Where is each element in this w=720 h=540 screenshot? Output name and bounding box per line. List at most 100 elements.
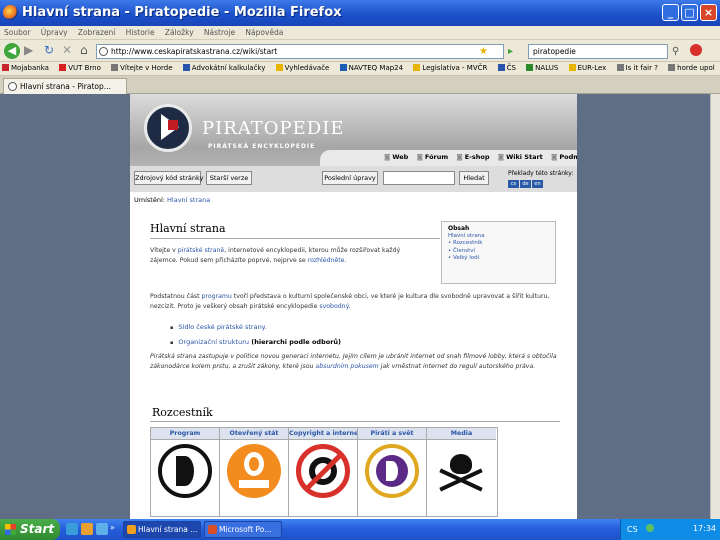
source-button[interactable]: Zdrojový kód stránky: [134, 171, 203, 185]
close-button[interactable]: ×: [700, 4, 717, 21]
list-item[interactable]: Sídlo české pirátské strany.: [170, 323, 266, 331]
lang-de[interactable]: de: [520, 180, 531, 188]
bookmark-item[interactable]: Is it fair ?: [615, 62, 664, 72]
title-divider: [150, 238, 440, 239]
reload-icon[interactable]: ↻: [44, 43, 54, 58]
nav-web[interactable]: ◙ Web: [384, 153, 408, 161]
bookmark-item[interactable]: Mojabanka: [0, 62, 55, 72]
program-link[interactable]: programu: [202, 293, 232, 300]
menu-help[interactable]: Nápověda: [241, 26, 287, 37]
tab-active[interactable]: Hlavní strana - Piratop...: [3, 78, 127, 94]
system-tray: CS 17:34: [620, 519, 720, 540]
bookmark-item[interactable]: VUT Brno: [57, 62, 107, 72]
toc-item[interactable]: • Velký lodí: [448, 255, 549, 263]
stop-icon[interactable]: ✕: [62, 43, 72, 58]
menu-bar: Soubor Úpravy Zobrazení Historie Záložky…: [0, 26, 720, 40]
look-around-link[interactable]: rozhlédněte: [308, 257, 345, 264]
task-firefox[interactable]: Hlavní strana ...: [123, 521, 201, 538]
bookmark-item[interactable]: Vítejte v Horde: [109, 62, 178, 72]
menu-tools[interactable]: Nástroje: [200, 26, 239, 37]
language-indicator[interactable]: CS: [627, 525, 638, 534]
start-button[interactable]: Start: [0, 519, 60, 540]
bookmark-item[interactable]: horde upol: [666, 62, 720, 72]
url-text: http://www.ceskapiratskastrana.cz/wiki/s…: [111, 47, 278, 56]
table-of-contents: Obsah Hlavní strana • Rozcestník • Člens…: [441, 221, 556, 284]
portal-program[interactable]: Program: [151, 428, 220, 516]
open-access-icon[interactable]: [227, 444, 281, 498]
portal-media[interactable]: Media: [427, 428, 496, 516]
free-link[interactable]: svobodný: [319, 303, 348, 310]
breadcrumb-label: Umístění:: [134, 196, 165, 204]
browser-viewport: PIRATOPEDIE PIRÁTSKÁ ENCYKLOPEDIE ◙ Web ◙…: [0, 94, 714, 519]
vertical-scrollbar[interactable]: [710, 94, 720, 519]
menu-view[interactable]: Zobrazení: [74, 26, 120, 37]
back-button[interactable]: ◀: [4, 43, 20, 59]
task-powerpoint[interactable]: Microsoft Po...: [204, 521, 282, 538]
toc-title: Obsah: [448, 225, 470, 232]
go-icon[interactable]: ▸: [508, 44, 513, 59]
maximize-button[interactable]: □: [681, 4, 698, 21]
nav-eshop[interactable]: ◙ E-shop: [456, 153, 489, 161]
bookmark-item[interactable]: EUR-Lex: [567, 62, 613, 72]
web-page: PIRATOPEDIE PIRÁTSKÁ ENCYKLOPEDIE ◙ Web ◙…: [130, 94, 577, 519]
firefox-icon: [3, 5, 18, 20]
menu-bookmarks[interactable]: Záložky: [161, 26, 198, 37]
bookmark-item[interactable]: NALUS: [524, 62, 564, 72]
pirate-party-link[interactable]: pirátské straně: [178, 247, 224, 254]
bookmark-item[interactable]: ČS: [496, 62, 522, 72]
explorer-quicklaunch-icon[interactable]: [81, 523, 93, 535]
nav-forum[interactable]: ◙ Fórum: [417, 153, 449, 161]
menu-history[interactable]: Historie: [122, 26, 159, 37]
bookmark-item[interactable]: Legislativa - MVČR: [411, 62, 493, 72]
windows-logo-icon: [5, 524, 16, 535]
window-title: Hlavní strana - Piratopedie - Mozilla Fi…: [22, 5, 342, 20]
bookmark-item[interactable]: Vyhledávače: [274, 62, 336, 72]
minimize-button[interactable]: _: [662, 4, 679, 21]
bookmark-item[interactable]: Advokátní kalkulačky: [181, 62, 272, 72]
lang-en[interactable]: en: [532, 180, 543, 188]
url-bar[interactable]: http://www.ceskapiratskastrana.cz/wiki/s…: [96, 44, 504, 59]
recent-changes-button[interactable]: Poslední úpravy: [322, 171, 378, 185]
pirate-party-emblem-icon[interactable]: [365, 444, 419, 498]
toc-item[interactable]: • Členství: [448, 248, 549, 256]
adblock-icon[interactable]: [690, 44, 702, 56]
portal-header[interactable]: Piráti a svět: [358, 428, 426, 440]
lang-cs[interactable]: cs: [508, 180, 519, 188]
portal-open-state[interactable]: Otevřený stát: [220, 428, 289, 516]
portal-header[interactable]: Program: [151, 428, 219, 440]
taskbar: Start » Hlavní strana ... Microsoft Po..…: [0, 519, 720, 540]
wiki-search-input[interactable]: [383, 171, 455, 185]
nav-conditions[interactable]: ◙Podmínky: [551, 153, 577, 161]
wiki-search-button[interactable]: Hledat: [459, 171, 489, 185]
nav-wiki-start[interactable]: ◙ Wiki Start: [498, 153, 543, 161]
portal-header[interactable]: Media: [427, 428, 496, 440]
section-divider: [150, 421, 560, 422]
old-revisions-button[interactable]: Starší verze: [206, 171, 252, 185]
bookmark-item[interactable]: NAVTEQ Map24: [338, 62, 409, 72]
expand-icon[interactable]: »: [110, 523, 116, 535]
pirate-flag-icon[interactable]: [158, 444, 212, 498]
toc-item[interactable]: Hlavní strana: [448, 233, 549, 241]
skull-crossbones-icon[interactable]: [434, 444, 488, 498]
list-item[interactable]: Organizační strukturu (hierarchi podle o…: [170, 338, 341, 346]
portal-pirates-world[interactable]: Piráti a svět: [358, 428, 427, 516]
bookmark-star-icon[interactable]: ★: [479, 46, 488, 57]
ie-quicklaunch-icon[interactable]: [66, 523, 78, 535]
menu-edit[interactable]: Úpravy: [37, 26, 72, 37]
desktop-quicklaunch-icon[interactable]: [96, 523, 108, 535]
home-icon[interactable]: ⌂: [80, 43, 88, 58]
logo-flag-shape: [168, 120, 178, 130]
bookmarks-toolbar: Mojabanka VUT Brno Vítejte v Horde Advok…: [0, 62, 720, 76]
portal-header[interactable]: Copyright a internet: [289, 428, 357, 440]
portal-header[interactable]: Otevřený stát: [220, 428, 288, 440]
forward-button[interactable]: ▶: [24, 43, 33, 58]
search-icon[interactable]: ⚲: [672, 44, 679, 59]
portal-copyright[interactable]: Copyright a internet: [289, 428, 358, 516]
network-icon[interactable]: [646, 524, 655, 532]
breadcrumb-link[interactable]: Hlavní strana: [167, 196, 210, 204]
absurd-attempt-link[interactable]: absurdním pokusem: [315, 363, 378, 370]
no-copyright-icon[interactable]: [296, 444, 350, 498]
menu-file[interactable]: Soubor: [0, 26, 35, 37]
toc-item[interactable]: • Rozcestník: [448, 240, 549, 248]
search-input[interactable]: piratopedie: [528, 44, 668, 59]
